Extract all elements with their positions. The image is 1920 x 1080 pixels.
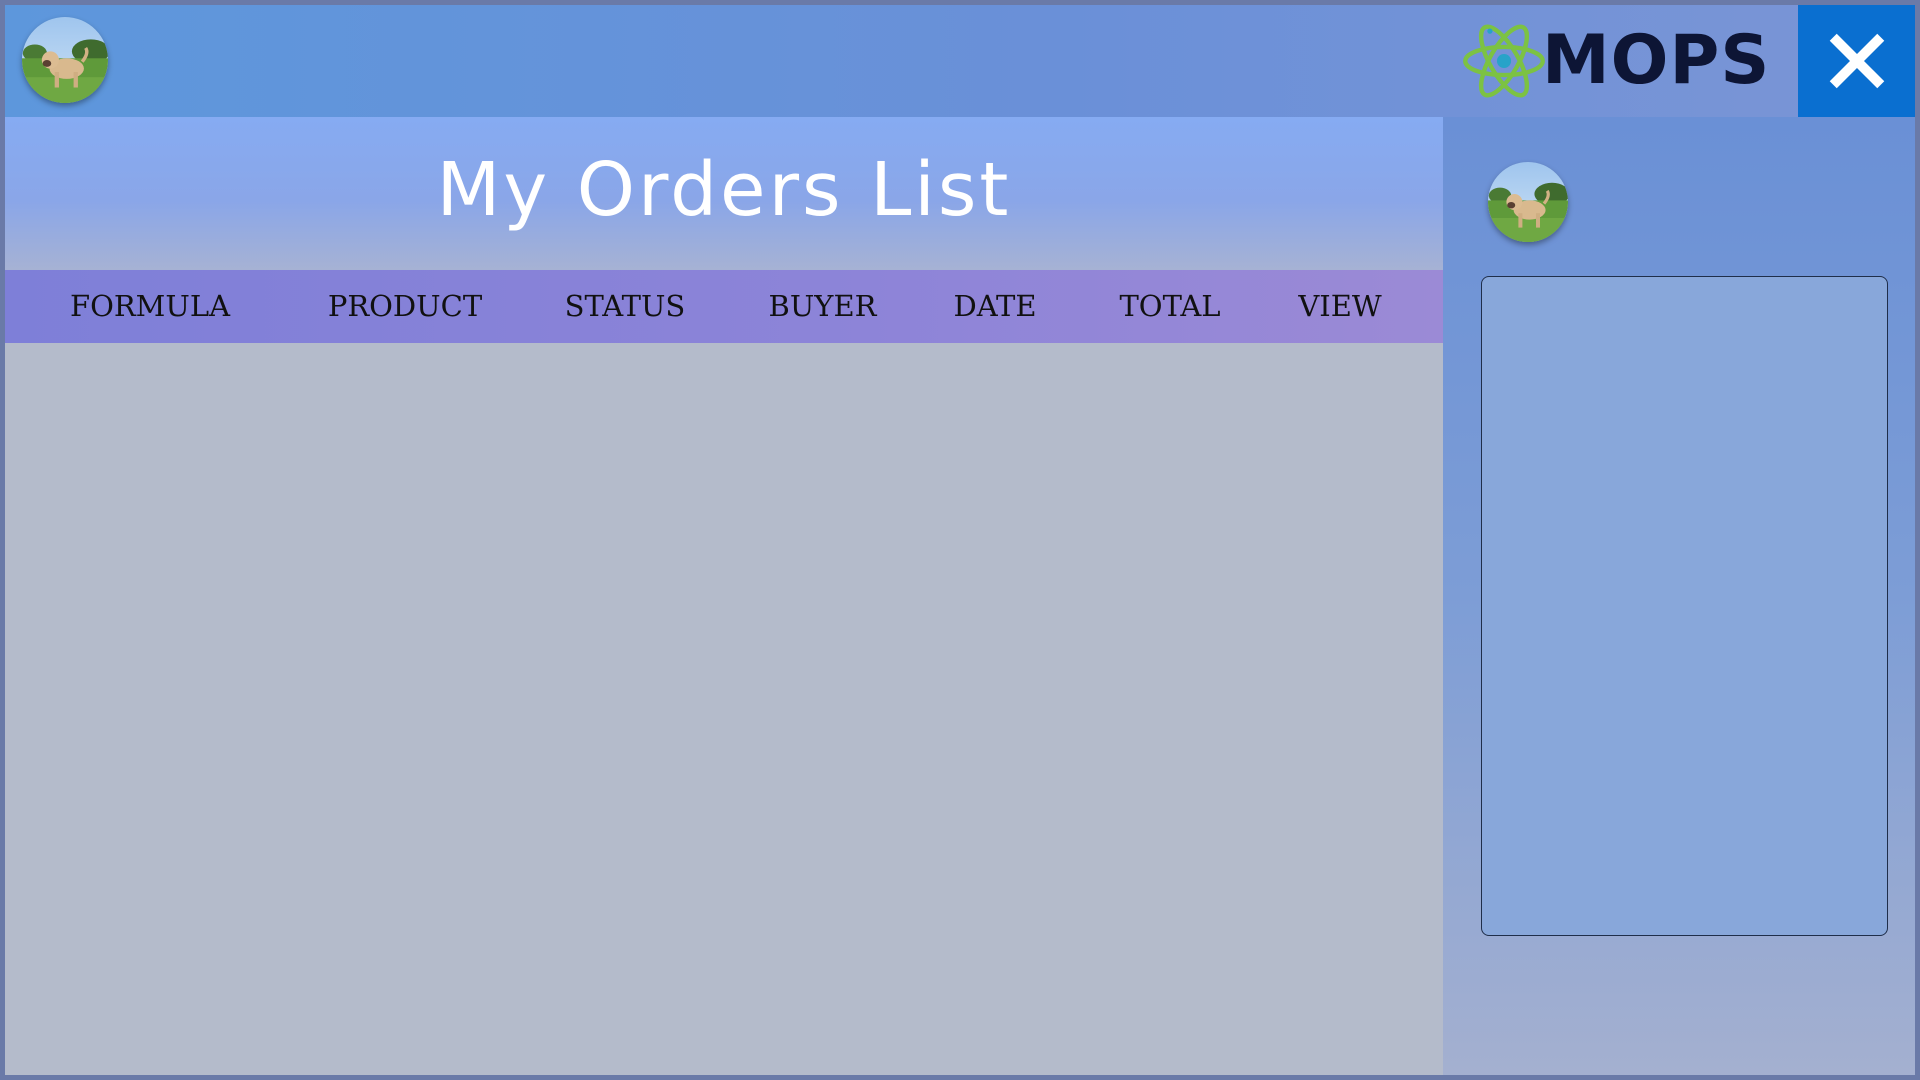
column-header-buyer[interactable]: BUYER: [745, 270, 900, 343]
dog-avatar-icon: [22, 17, 108, 103]
column-header-formula[interactable]: FORMULA: [50, 270, 250, 343]
column-header-total[interactable]: TOTAL: [1095, 270, 1245, 343]
orders-list-body: [5, 343, 1443, 1075]
close-icon: [1829, 33, 1884, 89]
column-header-view[interactable]: VIEW: [1270, 270, 1410, 343]
dog-avatar-icon: [1488, 162, 1568, 242]
user-avatar[interactable]: [22, 17, 108, 103]
column-header-date[interactable]: DATE: [925, 270, 1065, 343]
sidebar-detail-panel: [1481, 276, 1888, 936]
brand-name: MOPS: [1542, 21, 1771, 100]
brand-logo: MOPS: [1460, 15, 1770, 107]
orders-main: My Orders List FORMULA PRODUCT STATUS BU…: [5, 117, 1443, 1075]
title-band: My Orders List: [5, 117, 1443, 270]
column-header-status[interactable]: STATUS: [540, 270, 710, 343]
page-title: My Orders List: [436, 147, 1012, 233]
top-bar: MOPS: [5, 5, 1915, 117]
table-column-header: FORMULA PRODUCT STATUS BUYER DATE TOTAL …: [5, 270, 1443, 343]
sidebar-avatar[interactable]: [1488, 162, 1568, 242]
atom-icon: [1463, 24, 1545, 98]
column-header-product[interactable]: PRODUCT: [300, 270, 510, 343]
close-button[interactable]: [1798, 5, 1915, 117]
app-window: MOPS My Orders List FORMULA PRODUCT STAT…: [5, 5, 1915, 1075]
